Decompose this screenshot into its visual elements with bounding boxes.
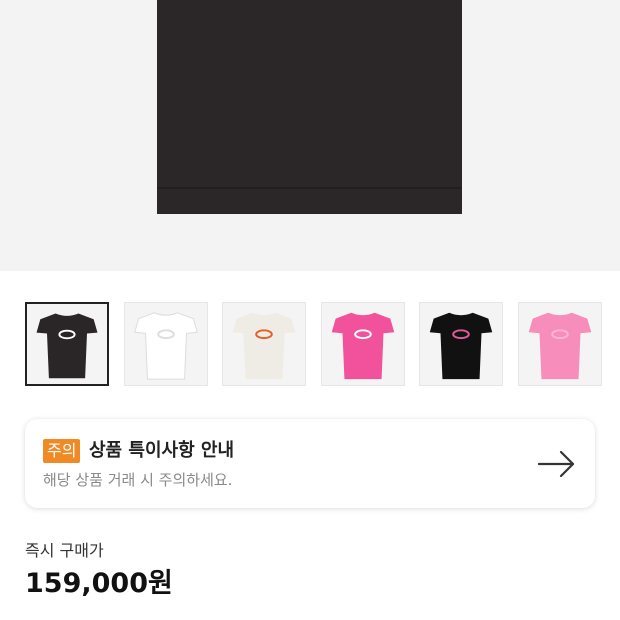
thumbnail-4[interactable] <box>320 302 405 386</box>
hero-shirt-body <box>157 0 462 214</box>
product-notice-card[interactable]: 주의 상품 특이사항 안내 해당 상품 거래 시 주의하세요. <box>25 419 595 508</box>
tshirt-shape <box>331 312 395 380</box>
notice-subtitle: 해당 상품 거래 시 주의하세요. <box>43 471 233 489</box>
tshirt-shape <box>232 312 296 380</box>
arrow-right-icon[interactable] <box>537 449 577 479</box>
tshirt-cream-thumb <box>232 312 296 380</box>
thumbnail-3[interactable] <box>222 302 307 386</box>
tshirt-black-thumb <box>36 313 98 379</box>
tshirt-shape <box>36 313 98 379</box>
notice-title: 상품 특이사항 안내 <box>89 440 235 461</box>
tshirt-shape <box>133 312 198 380</box>
thumbnail-5[interactable] <box>419 302 504 386</box>
tshirt-pink-thumb <box>331 312 395 380</box>
instant-buy-price: 159,000원 <box>25 568 173 599</box>
tshirt-black-pink-logo-thumb <box>430 312 493 380</box>
thumbnail-1[interactable] <box>25 302 109 386</box>
thumbnail-2[interactable] <box>123 302 208 386</box>
instant-buy-label: 즉시 구매가 <box>25 541 104 560</box>
caution-badge: 주의 <box>43 439 81 463</box>
product-hero-image <box>0 0 620 271</box>
hero-shirt-hem <box>157 187 462 189</box>
tshirt-shape <box>528 312 592 380</box>
tshirt-light-pink-thumb <box>528 312 592 380</box>
tshirt-white-thumb <box>133 312 198 380</box>
thumbnail-6[interactable] <box>518 302 602 386</box>
tshirt-shape <box>430 312 493 380</box>
